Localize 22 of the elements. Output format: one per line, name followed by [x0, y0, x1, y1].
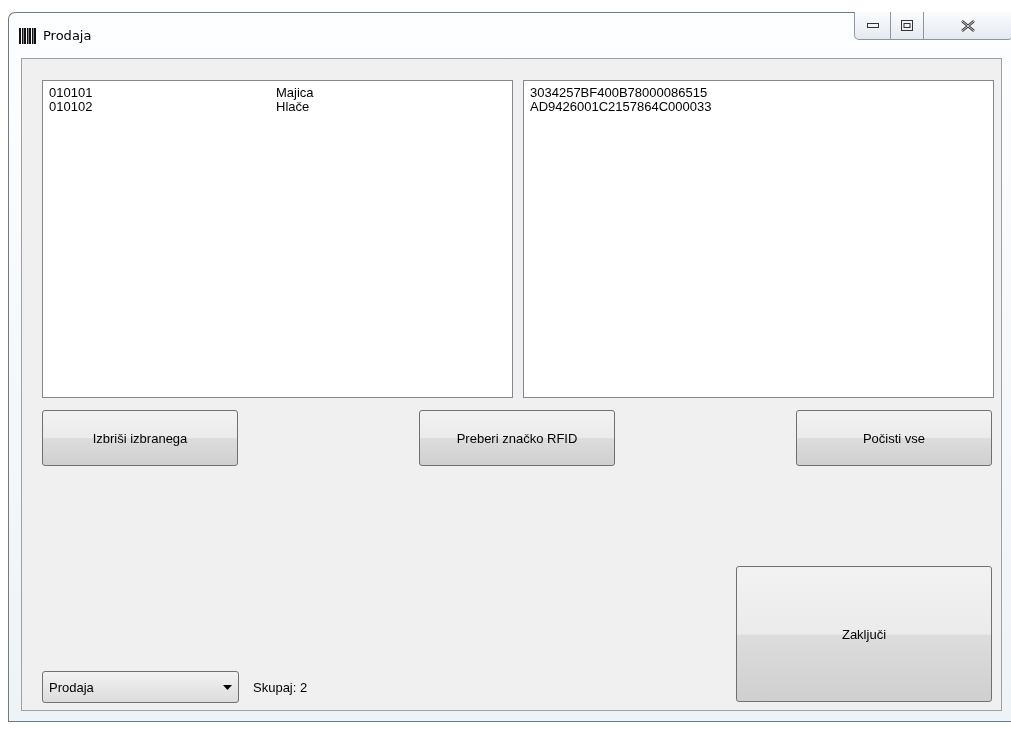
restore-icon	[901, 20, 913, 31]
mode-dropdown[interactable]: Prodaja	[42, 671, 239, 703]
tag-id: AD9426001C2157864C000033	[530, 100, 712, 114]
maximize-button[interactable]	[891, 12, 924, 40]
item-code: 010102	[49, 100, 94, 114]
item-code: 010101	[49, 86, 94, 100]
minimize-button[interactable]	[854, 12, 891, 40]
item-name: Hlače	[276, 100, 310, 114]
action-button[interactable]: Počisti vse	[796, 410, 992, 466]
total-label: Skupaj: 2	[253, 679, 308, 695]
item-name: Majica	[276, 86, 314, 100]
dropdown-arrow-icon	[223, 684, 232, 690]
finish-button[interactable]: Zaključi	[736, 566, 992, 702]
items-list[interactable]: 010101 Majica 010102 Hlače	[42, 80, 513, 398]
minimize-icon	[866, 22, 879, 29]
action-button[interactable]: Izbriši izbranega	[42, 410, 238, 466]
window-title: Prodaja	[43, 28, 92, 43]
tags-list[interactable]: 3034257BF400B78000086515 AD9426001C2157864C000033	[523, 80, 994, 398]
close-icon	[961, 19, 975, 32]
barcode-icon	[19, 27, 37, 44]
action-button[interactable]: Preberi značko RFID	[419, 410, 615, 466]
tag-id: 3034257BF400B78000086515	[530, 86, 708, 100]
